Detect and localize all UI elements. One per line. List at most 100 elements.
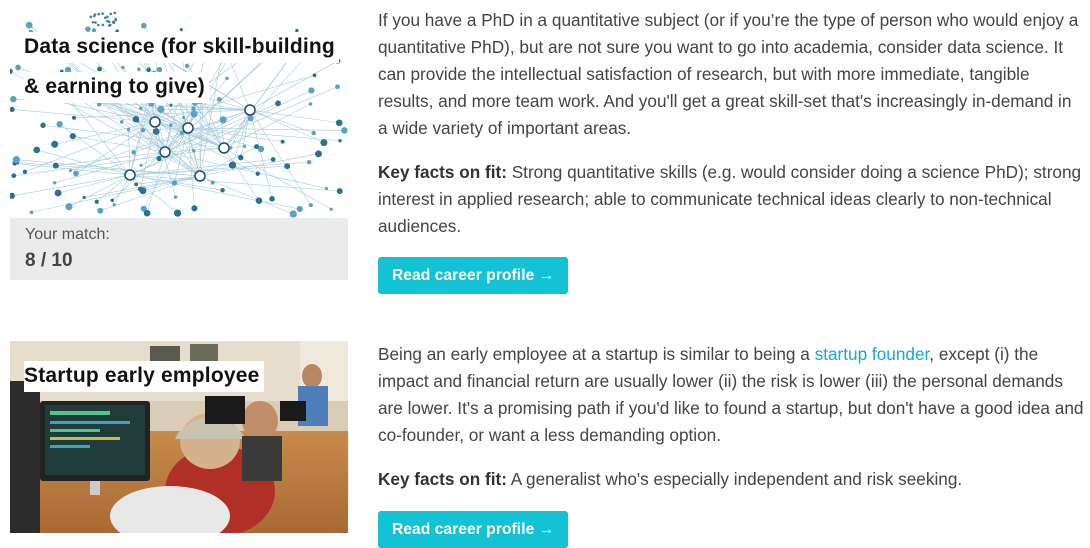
network-node <box>102 24 105 27</box>
match-score: 8 / 10 <box>25 250 73 272</box>
network-node <box>169 123 172 126</box>
match-box: Your match: 8 / 10 <box>10 218 348 280</box>
network-node <box>153 128 160 135</box>
career-title: Data science (for skill-building & earni… <box>24 32 348 103</box>
network-node <box>191 111 198 118</box>
career-title-line: Data science (for skill-building <box>24 32 339 63</box>
network-node <box>11 173 16 178</box>
career-thumbnail[interactable]: Startup early employee <box>10 341 348 533</box>
network-node <box>94 21 97 24</box>
network-node <box>120 120 124 124</box>
network-node <box>211 181 215 185</box>
network-node <box>144 210 151 217</box>
network-node <box>10 96 16 102</box>
network-node <box>271 157 276 162</box>
fit-label: Key facts on fit: <box>378 469 507 489</box>
network-node <box>106 15 109 18</box>
network-node <box>320 139 327 146</box>
network-node <box>174 195 177 198</box>
network-node <box>309 203 313 207</box>
network-node <box>51 141 58 148</box>
network-node <box>97 24 100 27</box>
career-card-left: Data science (for skill-building & earni… <box>10 0 348 280</box>
network-node <box>141 23 147 29</box>
network-hub <box>160 147 170 157</box>
network-node <box>56 121 62 127</box>
network-node <box>180 28 183 31</box>
network-node <box>72 116 76 120</box>
network-node <box>73 171 79 177</box>
network-node <box>338 139 341 142</box>
network-node <box>191 107 195 111</box>
network-node <box>174 209 181 216</box>
network-node <box>13 156 20 163</box>
fit-paragraph: Key facts on fit: A generalist who's esp… <box>378 466 1084 493</box>
network-node <box>33 147 40 154</box>
career-content: If you have a PhD in a quantitative subj… <box>378 7 1084 294</box>
fit-paragraph: Key facts on fit: Strong quantitative sk… <box>378 159 1084 240</box>
network-node <box>254 144 259 149</box>
network-node <box>93 15 96 18</box>
network-hub <box>183 123 193 133</box>
network-node <box>256 171 260 175</box>
network-node <box>30 210 34 214</box>
career-description: If you have a PhD in a quantitative subj… <box>378 7 1084 142</box>
network-node <box>89 16 92 19</box>
network-node <box>229 161 236 168</box>
network-node <box>297 206 303 212</box>
network-node <box>112 203 115 206</box>
network-node <box>281 140 285 144</box>
network-node <box>40 123 45 128</box>
network-node <box>70 133 76 139</box>
network-node <box>220 116 227 123</box>
network-node <box>248 116 254 122</box>
career-description: Being an early employee at a startup is … <box>378 341 1084 449</box>
read-career-profile-button[interactable]: Read career profile → <box>378 511 568 548</box>
network-node <box>53 163 59 169</box>
network-hub <box>195 171 205 181</box>
network-hub <box>245 105 255 115</box>
network-node <box>92 21 95 24</box>
career-title: Startup early employee <box>24 361 348 392</box>
career-card-startup-early-employee: Startup early employee Being an early em… <box>0 341 1090 533</box>
network-node <box>336 119 343 126</box>
network-node <box>169 104 172 107</box>
network-node <box>97 208 103 214</box>
network-node <box>140 164 143 167</box>
network-node <box>269 196 275 202</box>
network-node <box>97 13 100 16</box>
fit-label: Key facts on fit: <box>378 162 507 182</box>
match-label: Your match: <box>25 226 110 244</box>
network-node <box>243 145 246 148</box>
network-node <box>238 155 244 161</box>
network-node <box>134 182 138 186</box>
network-node <box>109 13 112 16</box>
network-node <box>55 190 62 197</box>
network-node <box>307 160 311 164</box>
network-node <box>83 196 86 199</box>
network-node <box>341 127 348 134</box>
network-node <box>15 65 21 71</box>
network-hub <box>125 170 135 180</box>
career-card-data-science: Data science (for skill-building & earni… <box>0 0 1090 300</box>
career-description-text: Being an early employee at a startup is … <box>378 344 815 364</box>
career-title-line: & earning to give) <box>24 72 209 103</box>
network-node <box>113 12 116 15</box>
network-node <box>85 26 90 31</box>
read-career-profile-button[interactable]: Read career profile → <box>378 257 568 294</box>
network-node <box>330 208 333 211</box>
network-node <box>138 187 143 192</box>
career-thumbnail[interactable]: Data science (for skill-building & earni… <box>10 0 348 218</box>
career-content: Being an early employee at a startup is … <box>378 341 1084 548</box>
network-node <box>23 170 27 174</box>
network-node <box>256 197 263 204</box>
network-node <box>131 150 136 155</box>
network-node <box>156 156 161 161</box>
network-node <box>315 150 322 157</box>
network-node <box>133 116 139 122</box>
network-node <box>111 198 115 202</box>
network-node <box>311 131 316 136</box>
career-title-line: Startup early employee <box>24 361 264 392</box>
network-node <box>127 128 130 131</box>
startup-founder-link[interactable]: startup founder <box>815 344 930 364</box>
